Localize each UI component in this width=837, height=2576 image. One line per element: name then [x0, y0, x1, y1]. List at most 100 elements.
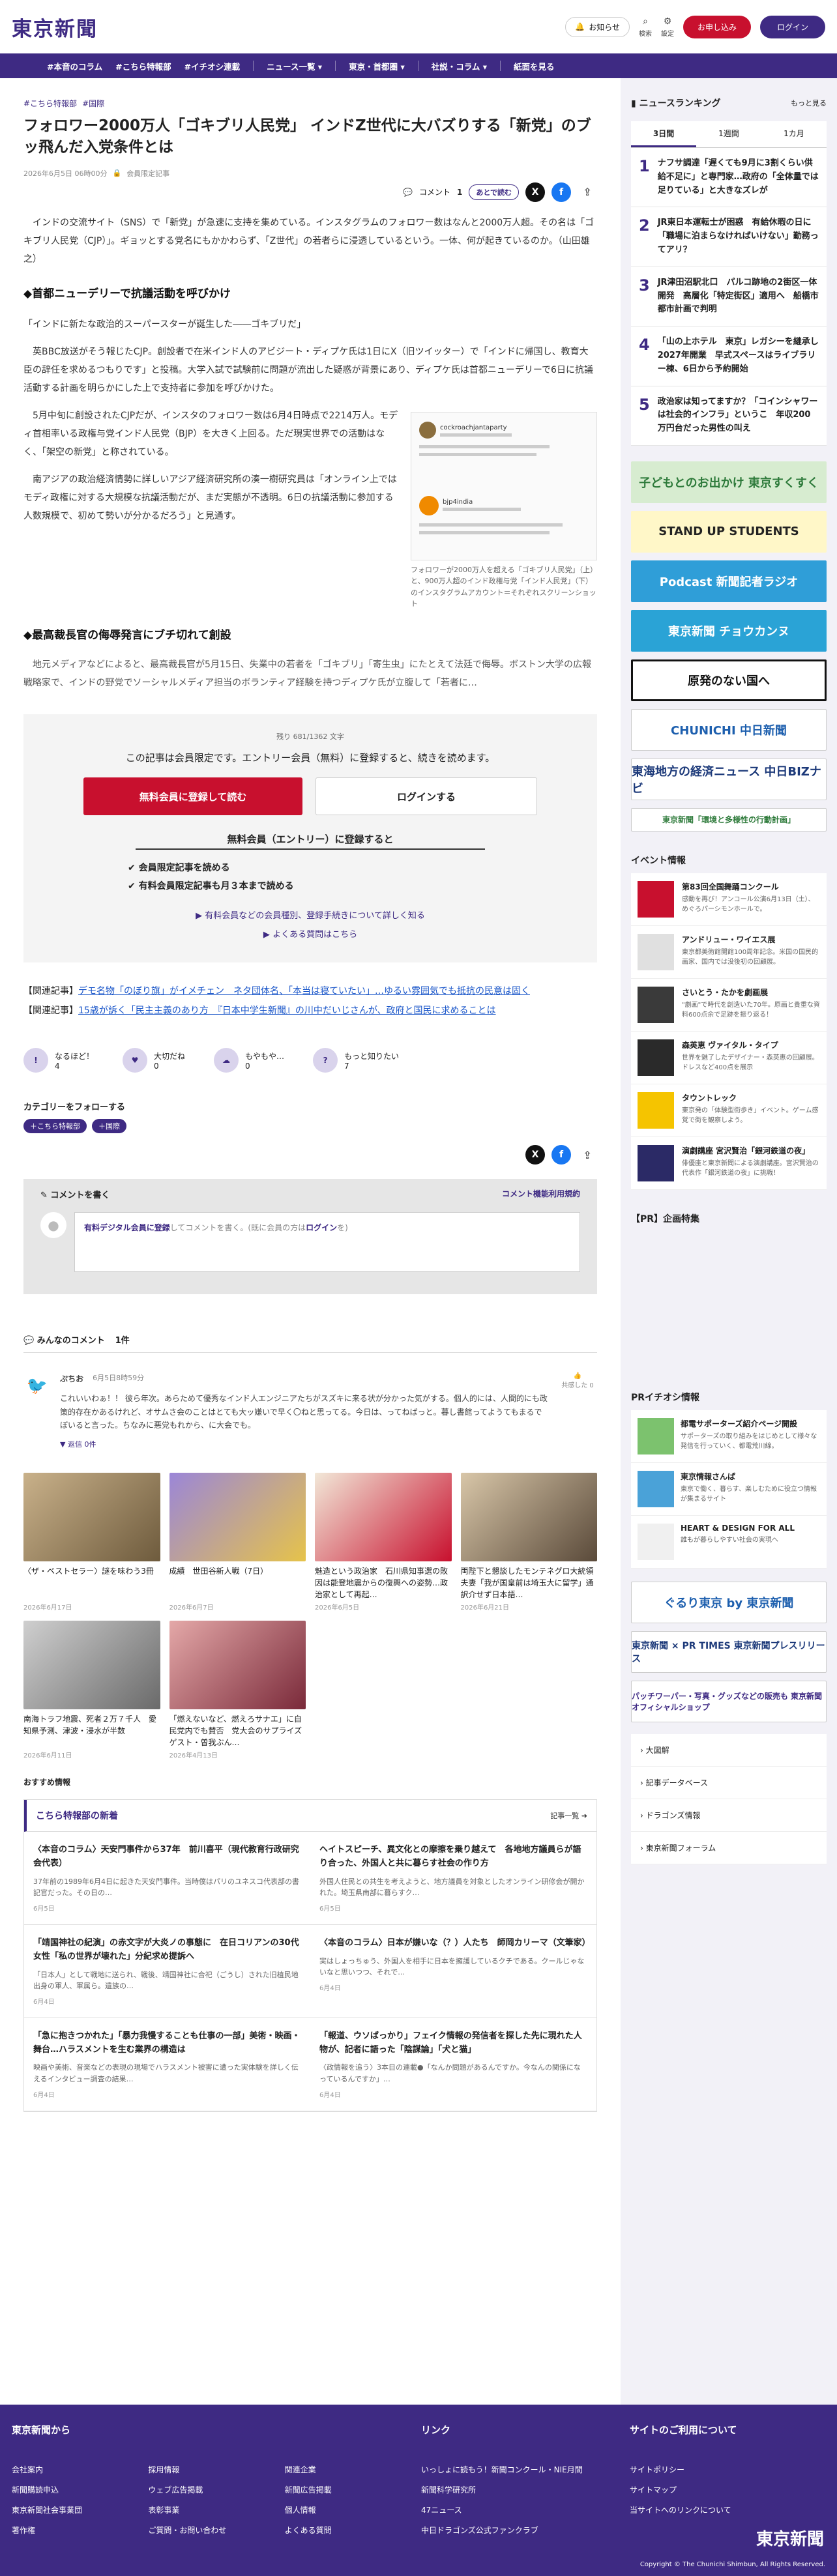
pr-item[interactable]: 都電サポーターズ紹介ページ開設 サポーターズの取り組みをはじめとして様々な発信を行…	[631, 1410, 827, 1463]
ranking-item[interactable]: 1 ナフサ調達「遅くても9月に3割くらい供給不足に」と専門家…政府の「全体量では足…	[631, 148, 827, 208]
nav-item-ichioshi[interactable]: #イチオシ連載	[184, 60, 240, 72]
follow-tokuhobu-button[interactable]: ＋こちら特報部	[23, 1119, 87, 1134]
notice-button[interactable]: 🔔 お知らせ	[565, 16, 630, 37]
comment-input[interactable]: 有料デジタル会員に登録してコメントを書く。(既に会員の方はログインを)	[74, 1212, 580, 1273]
share-icon[interactable]: ⇪	[578, 182, 597, 202]
ranking-item[interactable]: 3 JR津田沼駅北口 パルコ跡地の2街区一体開発 高層化「特定街区」適用へ 船橋市…	[631, 267, 827, 327]
footer-link[interactable]: 個人情報	[285, 2504, 421, 2515]
banner-gururi[interactable]: ぐるり東京 by 東京新聞	[631, 1581, 827, 1623]
pr-item[interactable]: 東京情報さんぱ 東京で働く、暮らす、楽しむために役立つ情報が集まるサイト	[631, 1463, 827, 1516]
nav-item-tokyo[interactable]: 東京・首都圏 ▾	[349, 60, 405, 72]
reaction-motto[interactable]: ? もっと知りたい 7	[313, 1048, 399, 1073]
banner-bizunavi[interactable]: 東海地方の経済ニュース 中日BIZナビ	[631, 758, 827, 800]
related-link[interactable]: 15歳が訴く「民主主義のあり方 『日本中学生新聞』の川中だいじさんが、政府と国民…	[78, 1006, 496, 1016]
apply-button[interactable]: お申し込み	[683, 15, 751, 38]
event-item[interactable]: 演劇講座 宮沢賢治「銀河鉄道の夜」 俳優座と東京新聞による演劇講座。宮沢賢治の代表…	[631, 1137, 827, 1190]
footer-logo[interactable]: 東京新聞	[756, 2526, 824, 2550]
footer-link[interactable]: 会社案内	[12, 2464, 148, 2475]
footer-link[interactable]: サイトマップ	[630, 2484, 825, 2495]
comment-label[interactable]: コメント	[419, 186, 450, 197]
facebook-share-icon[interactable]: f	[551, 182, 571, 202]
new-article[interactable]: 「報道、ウソばっかり」フェイク情報の発信者を探した先に現れた人物が、記者に語った…	[310, 2018, 596, 2111]
sidebar-link[interactable]: › ドラゴンズ情報	[631, 1799, 827, 1832]
pr-item[interactable]: HEART & DESIGN FOR ALL 誰もが暮らしやすい社会の実現へ	[631, 1516, 827, 1569]
banner-environment[interactable]: 東京新聞「環境と多様性の行動計画」	[631, 807, 827, 832]
banner-chunichi[interactable]: CHUNICHI 中日新聞	[631, 708, 827, 751]
ranking-item[interactable]: 4 「山の上ホテル 東京」レガシーを継承し2027年開業 早式スペースはライブラリ…	[631, 326, 827, 386]
event-item[interactable]: タウントレック 東京発の「体験型街歩き」イベント。ゲーム感覚で街を観察しよう。	[631, 1084, 827, 1137]
read-later-button[interactable]: あとで読む	[469, 184, 519, 200]
footer-link[interactable]: 採用情報	[148, 2464, 284, 2475]
footer-link[interactable]: 著作権	[12, 2525, 148, 2536]
footer-link[interactable]: 当サイトへのリンクについて	[630, 2504, 825, 2515]
footer-link[interactable]: ウェブ広告掲載	[148, 2484, 284, 2495]
sidebar-link[interactable]: › 東京新聞フォーラム	[631, 1832, 827, 1864]
x-share-icon[interactable]: X	[525, 1145, 545, 1165]
figure-screenshot[interactable]: cockroachjantaparty bjp4india	[411, 411, 597, 560]
banner-chokanu[interactable]: 東京新聞 チョウカンヌ	[631, 609, 827, 652]
search-button[interactable]: ⌕ 検索	[639, 16, 652, 38]
x-share-icon[interactable]: X	[525, 182, 545, 202]
footer-link[interactable]: 新聞購読申込	[12, 2484, 148, 2495]
reaction-moyamoya[interactable]: ☁ もやもや… 0	[214, 1048, 284, 1073]
ranking-more-link[interactable]: もっと見る	[791, 98, 827, 108]
new-article[interactable]: 〈本音のコラム〉天安門事件から37年 前川喜平（現代教育行政研究会代表） 37年前…	[24, 1832, 310, 1926]
pr-feature-title[interactable]: 【PR】企画特集	[631, 1212, 827, 1225]
comment-login-link[interactable]: ログイン	[306, 1223, 337, 1232]
reply-toggle[interactable]: ▼ 返信 0件	[60, 1439, 549, 1451]
register-button[interactable]: 無料会員に登録して読む	[83, 777, 302, 816]
footer-link[interactable]: 東京新聞社会事業団	[12, 2504, 148, 2515]
event-item[interactable]: さいとう・たかを劇画展 "劇画"で時代を創造いた70年。原画と貴重な資料600点余…	[631, 979, 827, 1032]
follow-kokusai-button[interactable]: ＋国際	[92, 1119, 126, 1134]
footer-link[interactable]: ご質問・お問い合わせ	[148, 2525, 284, 2536]
footer-link[interactable]: 関連企業	[285, 2464, 421, 2475]
nav-item-paper[interactable]: 紙面を見る	[514, 60, 555, 72]
banner-nuclear[interactable]: 原発のない国へ	[631, 659, 827, 701]
empathy-button[interactable]: 👍 共感した 0	[558, 1372, 597, 1451]
news-card[interactable]: 「燃えないなど、燃えろサナエ」に自民党内でも賛否 党大会のサプライズゲスト・曽我…	[169, 1621, 306, 1759]
site-logo[interactable]: 東京新聞	[12, 12, 98, 42]
footer-link[interactable]: 新聞科学研究所	[421, 2484, 630, 2495]
ranking-item[interactable]: 2 JR東日本運転士が困惑 有給休暇の日に「職場に泊まらなければいけない」勤務って…	[631, 207, 827, 267]
event-item[interactable]: 第83回全国舞踊コンクール 感動を再び！アンコール公演6月13日（土）、めぐろパー…	[631, 873, 827, 926]
ranking-item[interactable]: 5 政治家は知ってますか？「コインシャワーは社会的インフラ」というこ 年収200万…	[631, 386, 827, 446]
banner-podcast[interactable]: Podcast 新聞記者ラジオ	[631, 560, 827, 602]
article-list-link[interactable]: 記事一覧 ➜	[550, 1810, 587, 1821]
nav-item-news-list[interactable]: ニュース一覧 ▾	[267, 60, 322, 72]
news-card[interactable]: 両陛下と懇談したモンテネグロ大統領夫妻「我が国皇前は埼玉大に留学」通訳介せず日本…	[460, 1473, 597, 1612]
new-article[interactable]: 〈本音のコラム〉日本が嫌いな（？）人たち 師岡カリーマ（文筆家） 実はしょっちゅう…	[310, 1925, 596, 2018]
banner-standup[interactable]: STAND UP STUDENTS	[631, 510, 827, 553]
comment-terms-link[interactable]: コメント機能利用規約	[502, 1188, 580, 1200]
tab-1month[interactable]: 1カ月	[761, 121, 827, 147]
news-card[interactable]: 南海トラフ地震、死者２万７千人 愛知県予測、津波・浸水が半数 2026年6月11日	[23, 1621, 160, 1759]
new-article[interactable]: ヘイトスピーチ、異文化との摩擦を乗り越えて 各地地方議員らが語り合った、外国人と…	[310, 1832, 596, 1926]
tag-kokusai[interactable]: #国際	[82, 98, 104, 109]
news-card[interactable]: 成績 世田谷新人戦（7日） 2026年6月7日	[169, 1473, 306, 1612]
sidebar-link[interactable]: › 記事データベース	[631, 1767, 827, 1799]
share-icon[interactable]: ⇪	[578, 1145, 597, 1165]
footer-link[interactable]: 中日ドラゴンズ公式ファンクラブ	[421, 2525, 630, 2536]
new-article[interactable]: 「靖国神社の紀演」の赤文字が大炎ノの事態に 在日コリアンの30代女性「私の世界が…	[24, 1925, 310, 2018]
banner-prtimes[interactable]: 東京新聞 × PR TIMES 東京新聞プレスリリース	[631, 1630, 827, 1673]
footer-link[interactable]: よくある質問	[285, 2525, 421, 2536]
related-link[interactable]: デモ名物「のぼり旗」がイメチェン ネタ団体名、「本当は寝ていたい」…ゆるい雰囲気…	[78, 986, 530, 996]
tag-tokuhobu[interactable]: #こちら特報部	[23, 98, 77, 109]
membership-info-link[interactable]: ▶ 有料会員などの会員種別、登録手続きについて詳しく知る	[50, 907, 571, 926]
nav-item-honne-column[interactable]: #本音のコラム	[47, 60, 102, 72]
nav-item-tokuhobu[interactable]: #こちら特報部	[115, 60, 171, 72]
news-card[interactable]: 〈ザ・ベストセラー〉謎を味わう3冊 2026年6月17日	[23, 1473, 160, 1612]
footer-link[interactable]: 表彰事業	[148, 2504, 284, 2515]
facebook-share-icon[interactable]: f	[551, 1145, 571, 1165]
event-item[interactable]: アンドリュー・ワイエス展 東京都美術館開館100周年記念。米国の国民的画家、国内で…	[631, 926, 827, 979]
tab-1week[interactable]: 1週間	[696, 121, 761, 147]
new-article[interactable]: 「急に抱きつかれた」「暴力我慢することも仕事の一部」美術・映画・舞台…ハラスメン…	[24, 2018, 310, 2111]
settings-button[interactable]: ⚙ 設定	[661, 16, 674, 38]
reaction-taisetsu[interactable]: ♥ 大切だね 0	[123, 1048, 185, 1073]
login-button[interactable]: ログイン	[759, 15, 825, 38]
faq-link[interactable]: ▶ よくある質問はこちら	[50, 926, 571, 945]
paywall-login-button[interactable]: ログインする	[316, 777, 537, 816]
footer-link[interactable]: サイトポリシー	[630, 2464, 825, 2475]
news-card[interactable]: 魅造という政治家 石川県知事選の敗因は能登地震からの復興への姿勢…政治家として再…	[315, 1473, 452, 1612]
footer-link[interactable]: いっしょに読もう！新聞コンクール・NIE月間	[421, 2464, 630, 2475]
event-item[interactable]: 森英恵 ヴァイタル・タイプ 世界を魅了したデザイナー・森英恵の回顧展。ドレスなど4…	[631, 1032, 827, 1084]
